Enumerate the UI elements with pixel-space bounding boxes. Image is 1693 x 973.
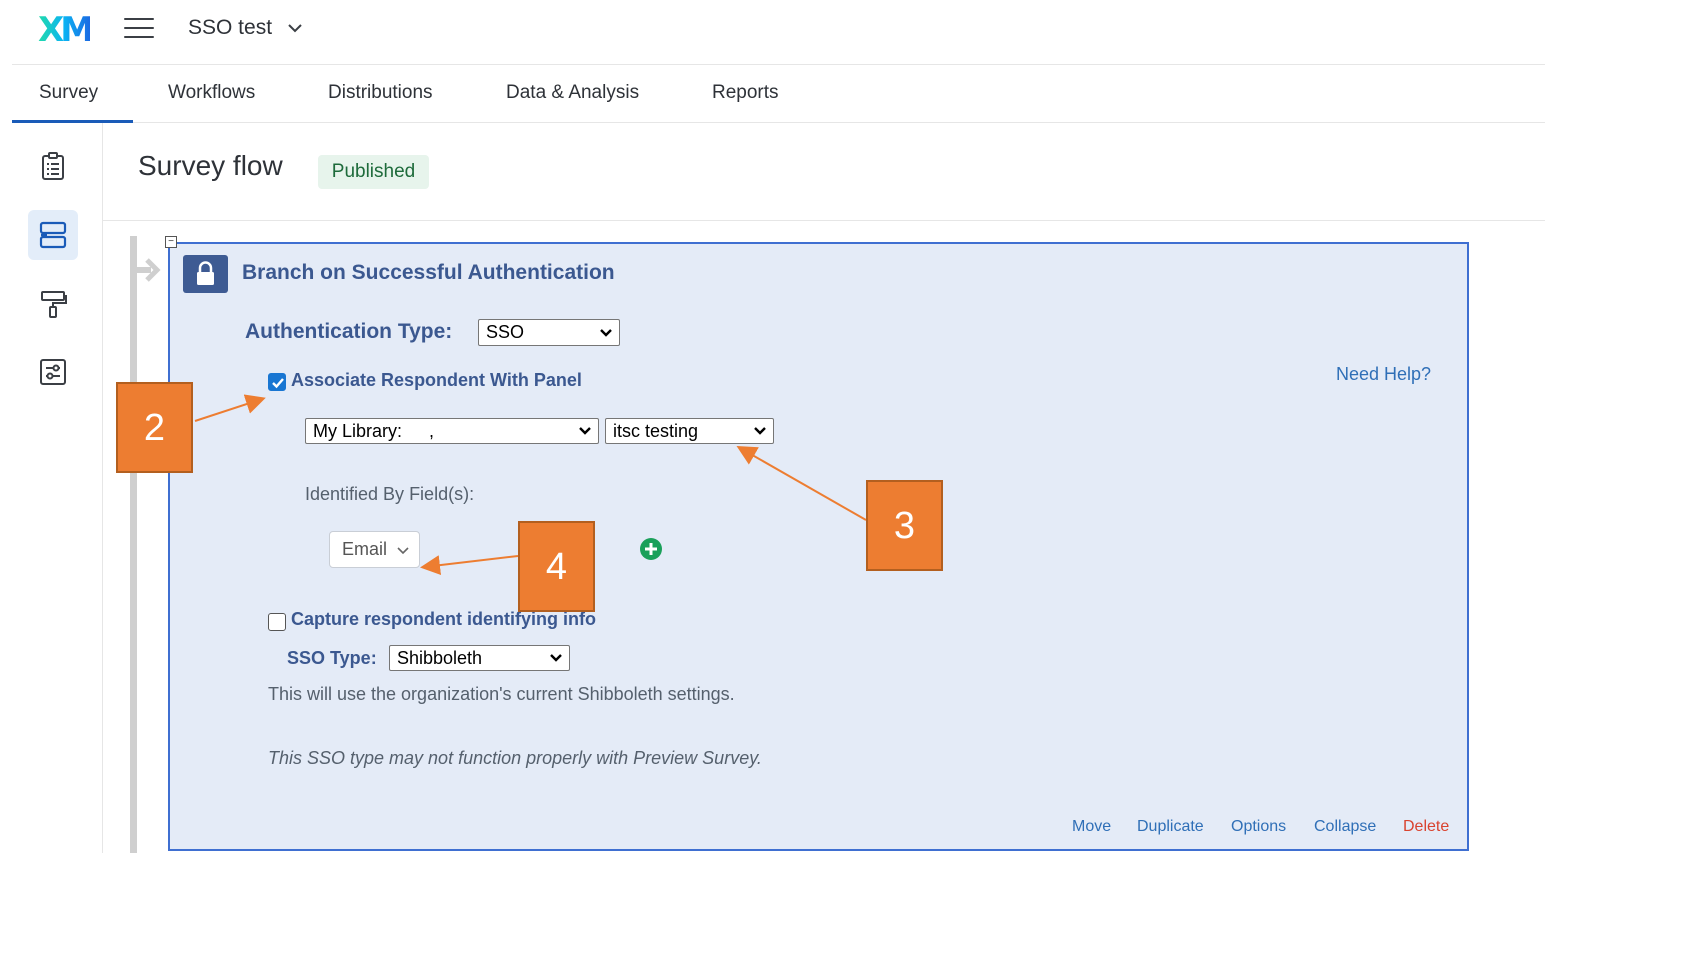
annotation-arrows xyxy=(194,394,867,576)
callout-2: 2 xyxy=(116,382,193,473)
callout-3-arrow xyxy=(736,446,867,521)
callout-4-arrow xyxy=(420,555,519,576)
callout-3: 3 xyxy=(866,480,943,571)
callout-4: 4 xyxy=(518,521,595,612)
callout-2-arrow xyxy=(194,394,266,422)
